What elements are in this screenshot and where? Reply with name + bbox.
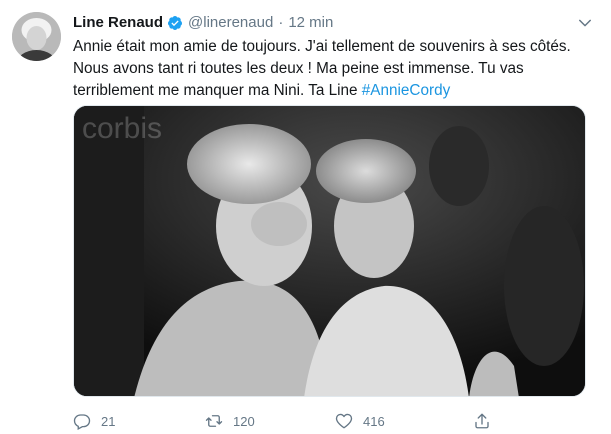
retweet-button[interactable]: 120 [205,411,255,431]
chevron-down-icon[interactable] [576,14,594,32]
like-count: 416 [363,413,385,429]
verified-badge-icon [167,15,183,31]
tweet-card[interactable]: Line Renaud @linerenaud · 12 min Annie é… [0,0,611,434]
tweet-text: Annie était mon amie de toujours. J'ai t… [73,36,593,102]
avatar[interactable] [12,12,61,61]
header-separator: · [278,14,284,31]
reply-button[interactable]: 21 [73,411,115,431]
author-name[interactable]: Line Renaud [73,13,163,33]
retweet-count: 120 [233,413,255,429]
author-handle[interactable]: @linerenaud [188,13,273,33]
share-icon [475,413,489,429]
heart-icon [335,413,353,429]
tweet-actions: 21 120 416 [73,411,593,431]
hashtag-link[interactable]: #AnnieCordy [362,82,450,99]
tweet-body: Annie était mon amie de toujours. J'ai t… [73,38,571,99]
share-button[interactable] [473,411,501,431]
photo-watermark: corbis [82,112,162,145]
reply-count: 21 [101,413,116,429]
retweet-icon [205,415,223,427]
reply-icon [73,414,91,430]
tweet-photo[interactable]: corbis [73,105,586,397]
like-button[interactable]: 416 [335,411,385,431]
timestamp[interactable]: 12 min [288,13,333,33]
tweet-header: Line Renaud @linerenaud · 12 min [73,13,333,33]
